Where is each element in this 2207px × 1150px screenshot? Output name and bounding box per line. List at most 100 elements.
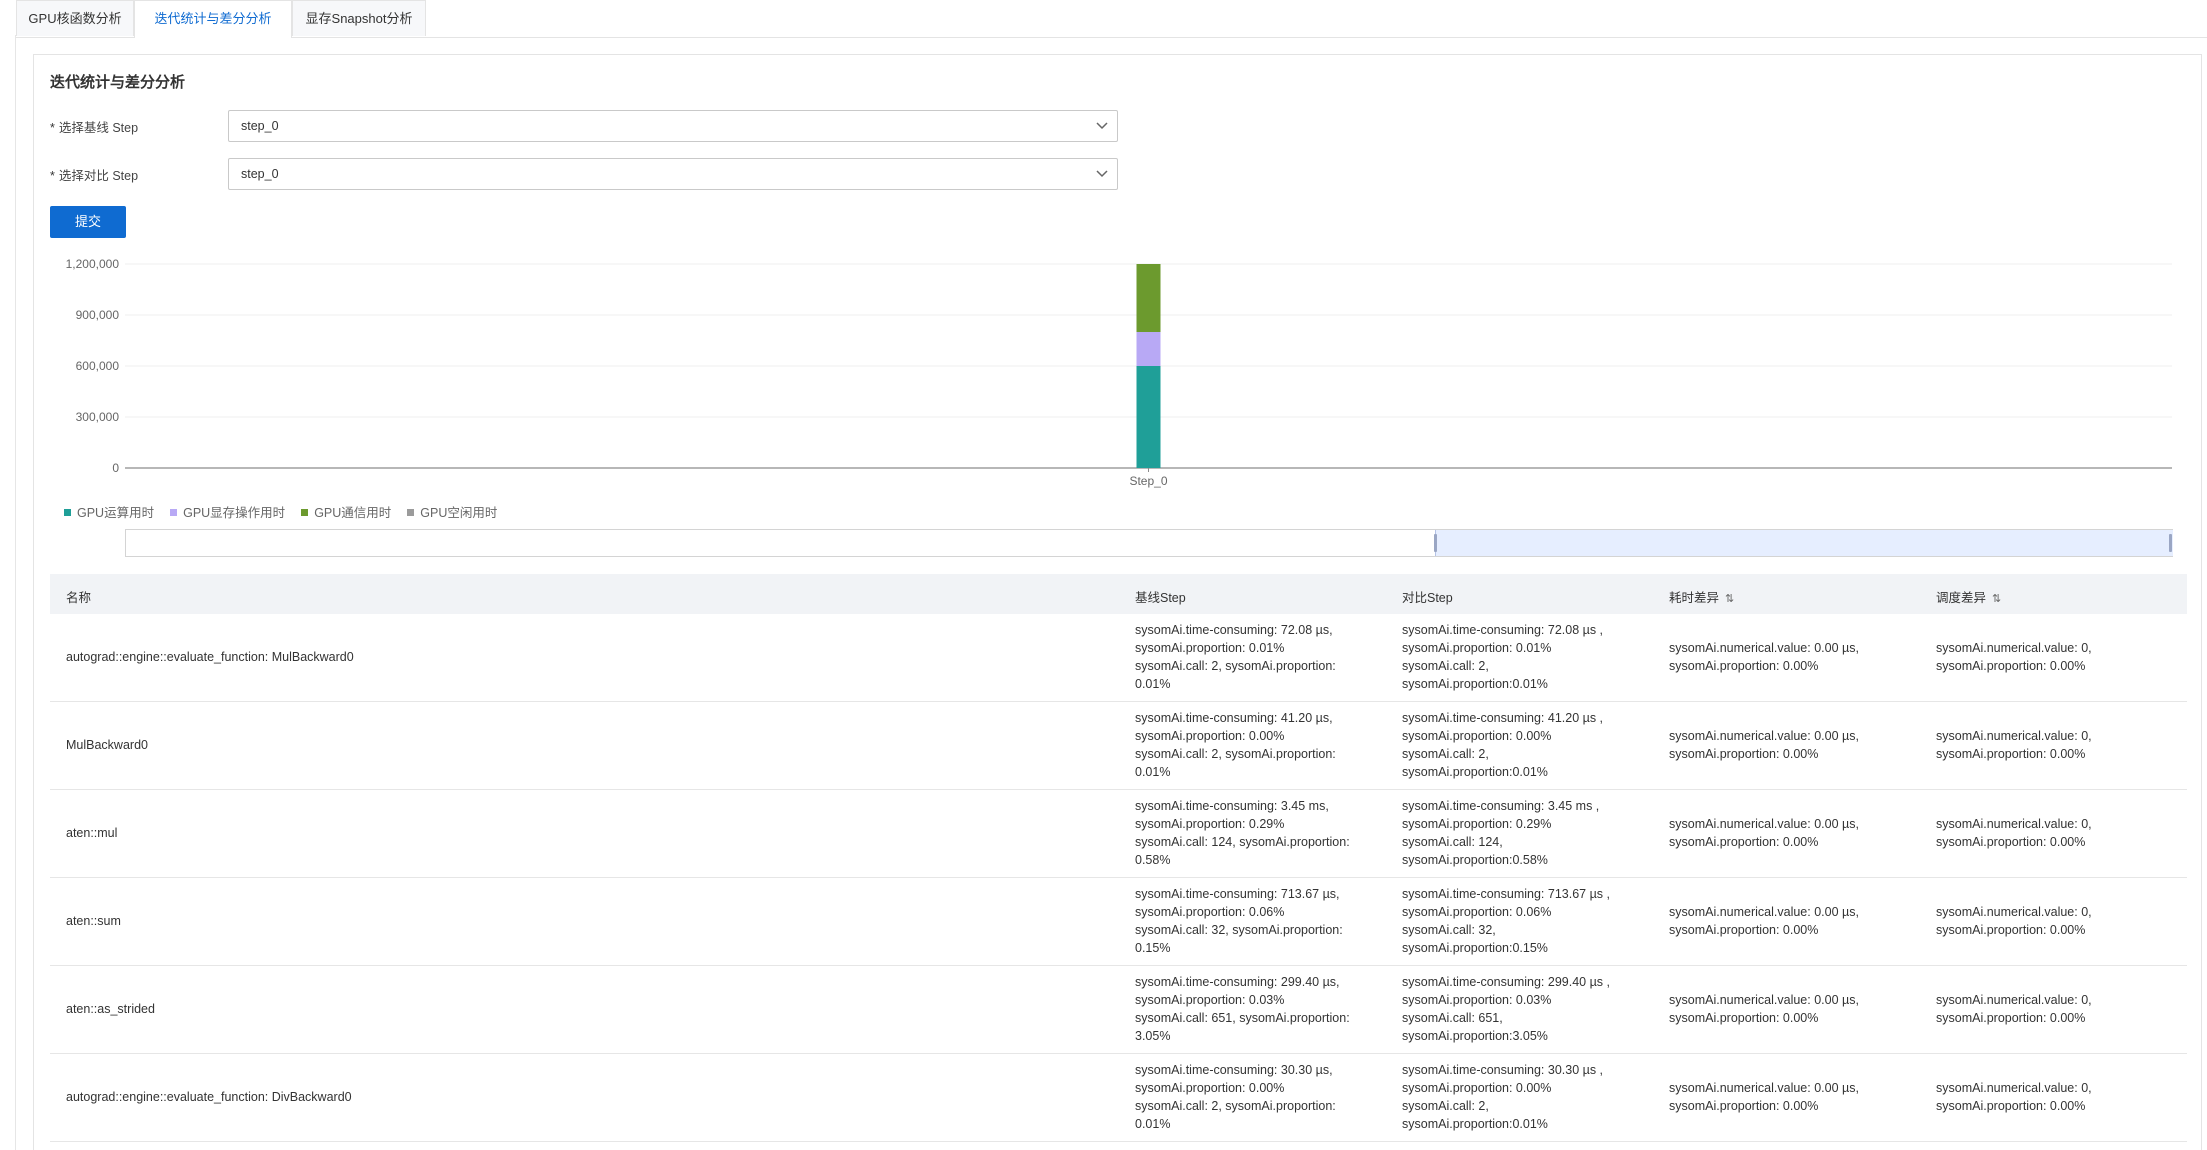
cell-line: sysomAi.call: 2, sysomAi.proportion: <box>1135 747 1336 761</box>
cell-line: sysomAi.proportion: 0.00% <box>1936 923 2086 937</box>
baseline-step-select[interactable]: step_0 <box>228 110 1118 142</box>
sort-icon[interactable]: ⇅ <box>1992 592 2001 605</box>
cell-line: 0.58% <box>1135 853 1171 867</box>
cell-line: sysomAi.proportion: 0.00% <box>1936 659 2086 673</box>
zoom-selection[interactable] <box>1435 530 2173 556</box>
cell-line: sysomAi.call: 32, <box>1402 923 1496 937</box>
cell-line: sysomAi.call: 124, sysomAi.proportion: <box>1135 835 1350 849</box>
table-row[interactable]: aten::sum sysomAi.time-consuming: 713.67 … <box>50 878 2187 966</box>
col-time-diff-label: 耗时差异 <box>1669 591 1720 605</box>
col-time-diff[interactable]: 耗时差异 ⇅ <box>1669 587 1734 606</box>
cell-line: sysomAi.proportion: 0.00% <box>1135 729 1285 743</box>
legend-label: GPU空闲用时 <box>420 506 498 520</box>
cell-line: sysomAi.proportion:3.05% <box>1402 1029 1548 1043</box>
legend-item[interactable]: GPU运算用时 <box>64 502 154 521</box>
baseline-cell: sysomAi.time-consuming: 41.20 µs, sysomAi… <box>1135 709 1375 781</box>
legend-item[interactable]: GPU空闲用时 <box>407 502 497 521</box>
page: GPU核函数分析 迭代统计与差分分析 显存Snapshot分析 迭代统计与差分分… <box>0 0 2207 1150</box>
time-diff-cell: sysomAi.numerical.value: 0.00 µs, sysomAi… <box>1669 903 1914 939</box>
cell-line: sysomAi.proportion:0.01% <box>1402 1117 1548 1131</box>
tab-iteration-diff[interactable]: 迭代统计与差分分析 <box>134 0 292 38</box>
table-row[interactable]: aten::as_strided sysomAi.time-consuming: … <box>50 966 2187 1054</box>
cell-line: sysomAi.call: 2, <box>1402 659 1489 673</box>
cell-line: sysomAi.proportion: 0.00% <box>1402 1081 1552 1095</box>
cell-line: sysomAi.numerical.value: 0, <box>1936 817 2092 831</box>
col-sched-diff[interactable]: 调度差异 ⇅ <box>1936 587 2001 606</box>
row-name: aten::sum <box>66 914 121 928</box>
cell-line: sysomAi.time-consuming: 713.67 µs , <box>1402 887 1610 901</box>
legend-swatch <box>64 509 71 516</box>
sort-icon[interactable]: ⇅ <box>1725 592 1734 605</box>
legend-label: GPU显存操作用时 <box>183 506 286 520</box>
table-row[interactable]: autograd::engine::evaluate_function: Div… <box>50 1054 2187 1142</box>
table-row[interactable]: MulBackward0 sysomAi.time-consuming: 41.2… <box>50 702 2187 790</box>
tab-gpu-kernel[interactable]: GPU核函数分析 <box>16 0 134 36</box>
time-diff-cell: sysomAi.numerical.value: 0.00 µs, sysomAi… <box>1669 991 1914 1027</box>
cell-line: sysomAi.proportion:0.58% <box>1402 853 1548 867</box>
cell-line: sysomAi.numerical.value: 0, <box>1936 905 2092 919</box>
col-baseline-step: 基线Step <box>1135 591 1186 605</box>
cell-line: sysomAi.proportion: 0.01% <box>1402 641 1552 655</box>
col-name: 名称 <box>66 591 92 605</box>
row-name: autograd::engine::evaluate_function: Mul… <box>66 650 354 664</box>
cell-line: sysomAi.numerical.value: 0, <box>1936 729 2092 743</box>
cell-line: sysomAi.call: 2, <box>1402 1099 1489 1113</box>
table-row[interactable]: aten::mul sysomAi.time-consuming: 3.45 ms… <box>50 790 2187 878</box>
baseline-cell: sysomAi.time-consuming: 3.45 ms, sysomAi.… <box>1135 797 1375 869</box>
x-tick-label: Step_0 <box>1129 474 1167 488</box>
cell-line: sysomAi.numerical.value: 0, <box>1936 993 2092 1007</box>
compare-cell: sysomAi.time-consuming: 41.20 µs , sysomA… <box>1402 709 1642 781</box>
compare-step-label-text: 选择对比 Step <box>58 169 139 183</box>
cell-line: sysomAi.proportion: 0.29% <box>1135 817 1285 831</box>
row-name: aten::as_strided <box>66 1002 155 1016</box>
zoom-handle-right[interactable] <box>2169 534 2172 552</box>
chevron-down-icon <box>1096 170 1108 178</box>
cell-line: sysomAi.proportion: 0.00% <box>1936 835 2086 849</box>
legend-item[interactable]: GPU显存操作用时 <box>170 502 285 521</box>
baseline-cell: sysomAi.time-consuming: 299.40 µs, sysomA… <box>1135 973 1375 1045</box>
cell-line: sysomAi.numerical.value: 0, <box>1936 1081 2092 1095</box>
sched-diff-cell: sysomAi.numerical.value: 0, sysomAi.propo… <box>1936 815 2181 851</box>
time-diff-cell: sysomAi.numerical.value: 0.00 µs, sysomAi… <box>1669 815 1914 851</box>
submit-button[interactable]: 提交 <box>50 206 126 238</box>
cell-line: 0.01% <box>1135 677 1171 691</box>
bar-segment[interactable] <box>1136 366 1161 468</box>
cell-line: sysomAi.proportion: 0.00% <box>1669 1011 1819 1025</box>
cell-line: 0.01% <box>1135 765 1171 779</box>
chevron-down-icon <box>1096 122 1108 130</box>
legend-item[interactable]: GPU通信用时 <box>301 502 391 521</box>
cell-line: sysomAi.time-consuming: 41.20 µs , <box>1402 711 1604 725</box>
chart-legend: GPU运算用时 GPU显存操作用时 GPU通信用时 GPU空闲用时 <box>64 502 513 520</box>
cell-line: sysomAi.time-consuming: 299.40 µs , <box>1402 975 1610 989</box>
y-tick-label: 900,000 <box>76 308 120 322</box>
table-row[interactable]: autograd::engine::evaluate_function: Mul… <box>50 614 2187 702</box>
row-name: MulBackward0 <box>66 738 148 752</box>
legend-label: GPU运算用时 <box>77 506 155 520</box>
baseline-step-label: * 选择基线 Step <box>50 117 138 136</box>
tab-memory-snapshot[interactable]: 显存Snapshot分析 <box>292 0 426 36</box>
cell-line: sysomAi.time-consuming: 30.30 µs, <box>1135 1063 1333 1077</box>
table-header: 名称 基线Step 对比Step 耗时差异 ⇅ 调度差异 ⇅ <box>50 574 2187 614</box>
cell-line: sysomAi.proportion: 0.00% <box>1669 835 1819 849</box>
compare-step-select[interactable]: step_0 <box>228 158 1118 190</box>
bar-segment[interactable] <box>1136 264 1161 332</box>
cell-line: sysomAi.numerical.value: 0.00 µs, <box>1669 1081 1859 1095</box>
stacked-bar-chart: 1,200,000 900,000 600,000 300,000 0 Step_0 <box>66 257 2172 488</box>
chart-zoom-slider[interactable] <box>125 529 2173 557</box>
table-body: autograd::engine::evaluate_function: Mul… <box>50 614 2187 1142</box>
cell-line: sysomAi.time-consuming: 41.20 µs, <box>1135 711 1333 725</box>
cell-line: sysomAi.proportion: 0.03% <box>1402 993 1552 1007</box>
sched-diff-cell: sysomAi.numerical.value: 0, sysomAi.propo… <box>1936 903 2181 939</box>
cell-line: 3.05% <box>1135 1029 1171 1043</box>
baseline-cell: sysomAi.time-consuming: 713.67 µs, sysomA… <box>1135 885 1375 957</box>
cell-line: sysomAi.proportion: 0.00% <box>1936 747 2086 761</box>
sched-diff-cell: sysomAi.numerical.value: 0, sysomAi.propo… <box>1936 991 2181 1027</box>
bar-segment[interactable] <box>1136 332 1161 366</box>
cell-line: sysomAi.proportion:0.01% <box>1402 677 1548 691</box>
zoom-handle-left[interactable] <box>1434 534 1438 552</box>
cell-line: sysomAi.call: 2, sysomAi.proportion: <box>1135 659 1336 673</box>
cell-line: sysomAi.proportion: 0.01% <box>1135 641 1285 655</box>
cell-line: sysomAi.numerical.value: 0.00 µs, <box>1669 729 1859 743</box>
cell-line: sysomAi.time-consuming: 3.45 ms, <box>1135 799 1329 813</box>
cell-line: sysomAi.proportion: 0.00% <box>1669 923 1819 937</box>
